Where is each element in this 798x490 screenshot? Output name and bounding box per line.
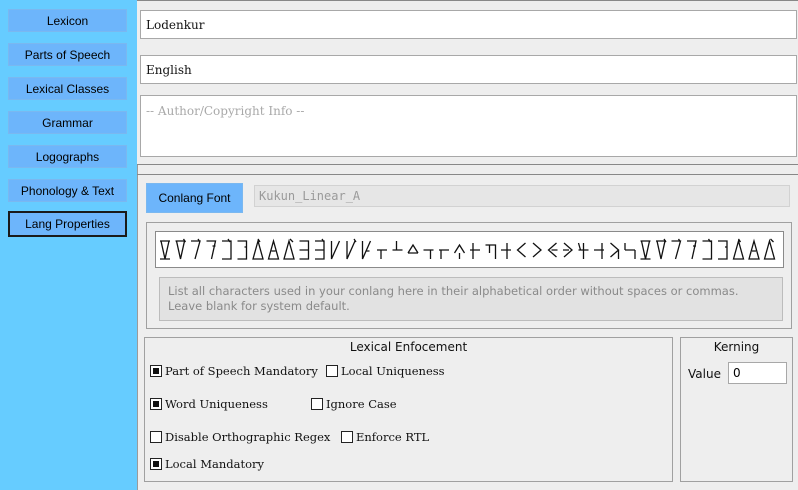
glyph-mark [407, 243, 419, 254]
local-uniqueness-checkbox[interactable]: Local Uniqueness [326, 364, 445, 378]
checkbox-box [326, 365, 338, 377]
nav-phonology-text-button[interactable]: Phonology & Text [8, 179, 127, 202]
disable-orthographic-regex-checkbox[interactable]: Disable Orthographic Regex [150, 430, 330, 444]
glyph-mark [160, 240, 170, 260]
glyph-mark [532, 242, 542, 258]
glyph-mark [299, 240, 310, 260]
glyph-mark [594, 243, 604, 259]
sidebar: Lexicon Parts of Speech Lexical Classes … [0, 0, 137, 490]
glyph-mark [252, 238, 264, 260]
glyph-mark [191, 238, 201, 260]
glyph-mark [732, 238, 745, 260]
nav-logographs-button[interactable]: Logographs [8, 145, 127, 168]
glyph-mark [763, 238, 776, 260]
checkbox-box [311, 398, 323, 410]
glyph-mark [656, 238, 667, 260]
glyph-mark [377, 249, 387, 259]
glyph-mark [610, 242, 620, 259]
glyph-mark [315, 238, 325, 260]
lexical-enforcement-title: Lexical Enfocement [349, 340, 468, 354]
local-mandatory-checkbox[interactable]: Local Mandatory [150, 457, 264, 471]
checkbox-box [150, 365, 162, 377]
glyph-mark [485, 244, 497, 259]
glyph-mark [577, 242, 589, 259]
glyph-mark [175, 238, 187, 260]
glyph-mark [563, 242, 573, 258]
conlang-name-field[interactable]: Lodenkur [140, 10, 797, 39]
conlang-font-button[interactable]: Conlang Font [146, 183, 243, 213]
kerning-value-input[interactable]: 0 [728, 362, 787, 384]
nav-grammar-button[interactable]: Grammar [8, 111, 127, 134]
glyph-mark [392, 241, 403, 251]
checkbox-box [150, 458, 162, 470]
checkbox-label: Local Mandatory [165, 457, 264, 471]
glyph-mark [267, 238, 280, 260]
nav-parts-of-speech-button[interactable]: Parts of Speech [8, 43, 127, 66]
glyph-mark [222, 238, 232, 260]
checkbox-box [150, 431, 162, 443]
glyph-mark [361, 240, 372, 260]
glyph-mark [206, 240, 217, 260]
checked-mark [153, 461, 159, 467]
checkbox-label: Local Uniqueness [341, 364, 445, 378]
linear-a-glyph-icon [160, 238, 776, 260]
glyph-mark [330, 240, 341, 260]
nav-lexicon-button[interactable]: Lexicon [8, 9, 127, 32]
glyph-mark [346, 238, 357, 260]
author-copyright-field[interactable]: -- Author/Copyright Info -- [140, 95, 797, 157]
local-language-field[interactable]: English [140, 55, 797, 84]
checkbox-box [341, 431, 353, 443]
checkbox-label: Disable Orthographic Regex [165, 430, 331, 444]
nav-lang-properties-button[interactable]: Lang Properties [8, 211, 127, 237]
glyph-mark [516, 242, 526, 258]
glyph-mark [748, 238, 760, 260]
nav-lexical-classes-button[interactable]: Lexical Classes [8, 77, 127, 100]
glyph-mark [283, 238, 295, 260]
glyph-mark [501, 243, 511, 259]
checkbox-box [150, 398, 162, 410]
word-uniqueness-checkbox[interactable]: Word Uniqueness [150, 397, 268, 411]
glyph-mark [423, 249, 434, 259]
glyph-mark [470, 243, 480, 259]
kerning-value-label: Value [688, 367, 721, 381]
alphabet-input[interactable] [155, 231, 784, 268]
glyph-mark [624, 243, 636, 259]
glyph-mark [237, 240, 248, 260]
glyph-mark [453, 243, 466, 259]
font-name-field: Kukun_Linear_A [254, 185, 790, 207]
checkbox-label: Ignore Case [326, 397, 397, 411]
glyph-mark [702, 238, 713, 260]
checkbox-label: Part of Speech Mandatory [165, 364, 318, 378]
glyph-mark [718, 240, 728, 260]
section-divider [137, 174, 798, 175]
checkbox-label: Enforce RTL [356, 430, 430, 444]
pos-mandatory-checkbox[interactable]: Part of Speech Mandatory [150, 364, 318, 378]
alphabet-hint: List all characters used in your conlang… [159, 277, 783, 321]
glyph-mark [687, 240, 697, 260]
checked-mark [153, 401, 159, 407]
glyph-mark [640, 240, 651, 260]
checked-mark [153, 368, 159, 374]
kerning-panel [680, 337, 793, 482]
glyph-mark [671, 238, 682, 260]
enforce-rtl-checkbox[interactable]: Enforce RTL [341, 430, 429, 444]
glyph-mark [439, 249, 449, 259]
glyph-mark [547, 242, 558, 258]
ignore-case-checkbox[interactable]: Ignore Case [311, 397, 397, 411]
checkbox-label: Word Uniqueness [165, 397, 268, 411]
kerning-title: Kerning [713, 340, 760, 354]
